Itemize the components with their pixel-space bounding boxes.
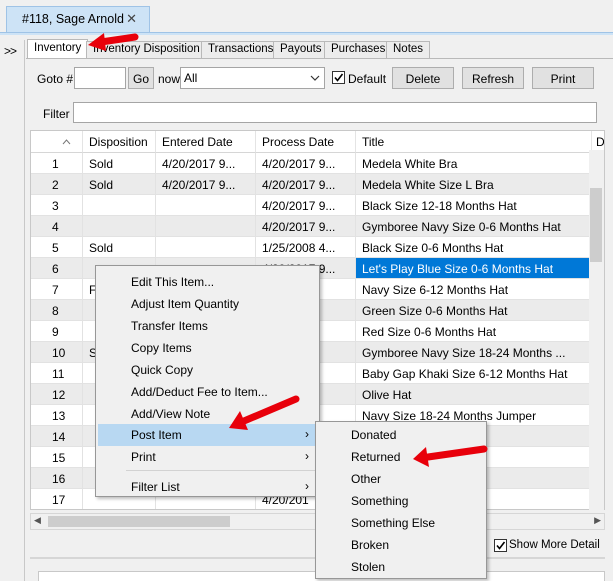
annotation-arrow-tab [88,33,139,51]
annotation-arrows [88,33,488,467]
annotation-arrow-post-item [229,395,300,430]
annotation-arrow-returned [413,445,488,467]
